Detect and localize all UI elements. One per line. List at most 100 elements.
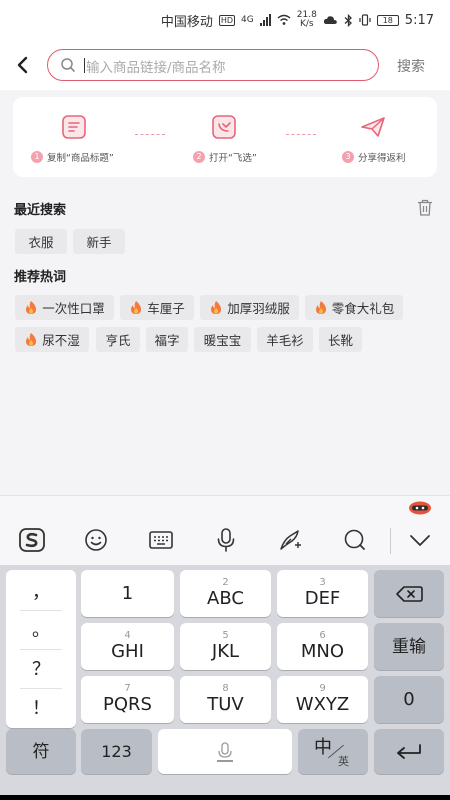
search-icon xyxy=(61,58,75,72)
search-header: 输入商品链接/商品名称 搜索 xyxy=(0,40,450,90)
punct-key-question[interactable]: ？ xyxy=(6,655,76,681)
key-label: 1 xyxy=(121,582,134,604)
hd-badge: HD xyxy=(218,14,236,26)
hot-keywords-title: 推荐热词 xyxy=(14,270,67,285)
cloud-icon xyxy=(323,16,337,24)
key-abc[interactable]: 2 ABC xyxy=(180,570,271,617)
key-def[interactable]: 3 DEF xyxy=(277,570,368,617)
enter-key[interactable] xyxy=(374,729,444,774)
recent-tag[interactable]: 新手 xyxy=(73,229,125,254)
collapse-keyboard-icon[interactable] xyxy=(407,528,433,552)
handwriting-icon[interactable] xyxy=(278,528,304,552)
key-label: 123 xyxy=(101,741,132,761)
microphone-icon[interactable] xyxy=(213,528,239,552)
keyboard-icon[interactable] xyxy=(148,528,174,552)
key-number: 4 xyxy=(124,630,131,641)
hot-tag[interactable]: 加厚羽绒服 xyxy=(200,295,299,320)
status-bar: 中国移动 HD 4G 21.8 K/s 18 5:17 xyxy=(0,0,450,40)
net-speed: 21.8 K/s xyxy=(297,11,317,29)
hot-tag[interactable]: 零食大礼包 xyxy=(305,295,403,320)
key-ghi[interactable]: 4 GHI xyxy=(81,623,174,670)
search-button[interactable]: 搜索 xyxy=(397,56,425,76)
bottom-bar xyxy=(0,795,450,800)
carrier-label: 中国移动 xyxy=(160,14,213,30)
step-2: 2 打开“飞选” xyxy=(193,150,257,164)
key-label: DEF xyxy=(304,588,341,609)
key-number: 6 xyxy=(319,630,326,641)
enter-icon xyxy=(397,743,421,759)
search-input[interactable]: 输入商品链接/商品名称 xyxy=(47,49,379,81)
punct-separator xyxy=(20,610,62,611)
key-number: 9 xyxy=(319,683,326,694)
key-number: 8 xyxy=(222,683,229,694)
open-app-icon xyxy=(212,115,236,139)
step-label: 分享得返利 xyxy=(358,153,406,164)
reenter-key[interactable]: 重输 xyxy=(374,623,444,670)
step-1: 1 复制“商品标题” xyxy=(31,150,114,164)
hot-tag-label: 一次性口罩 xyxy=(42,301,105,316)
punct-key-period[interactable]: 。 xyxy=(6,616,76,642)
key-label: TUV xyxy=(207,694,244,715)
keyboard: ， 。 ？ ！ 1 2 ABC 3 DEF 4 GHI 5 JKL 6 MNO … xyxy=(0,565,450,800)
recent-tag[interactable]: 衣服 xyxy=(15,229,67,254)
mascot-icon[interactable] xyxy=(408,499,432,515)
network-type-label: 4G xyxy=(241,14,254,25)
recent-searches-title: 最近搜索 xyxy=(14,203,67,218)
punct-separator xyxy=(20,688,62,689)
number-mode-key[interactable]: 123 xyxy=(81,729,152,774)
vibrate-icon xyxy=(359,14,371,26)
wifi-icon xyxy=(277,14,291,25)
symbol-key[interactable]: 符 xyxy=(6,729,76,774)
back-arrow-icon[interactable] xyxy=(12,52,34,78)
hot-tag[interactable]: 长靴 xyxy=(319,327,362,352)
key-number: 2 xyxy=(222,577,229,588)
step-label: 打开“飞选” xyxy=(209,153,257,164)
lang-sub-label: 英 xyxy=(338,755,349,768)
key-label: 符 xyxy=(32,741,50,762)
bluetooth-icon xyxy=(344,13,352,27)
keyboard-toolbar xyxy=(0,495,450,565)
punctuation-column[interactable]: ， 。 ？ ！ xyxy=(6,570,76,728)
backspace-key[interactable] xyxy=(374,570,444,617)
punct-separator xyxy=(20,649,62,650)
hot-tag[interactable]: 羊毛衫 xyxy=(257,327,313,352)
text-cursor xyxy=(84,58,85,73)
key-number: 3 xyxy=(319,577,326,588)
hot-tag[interactable]: 暖宝宝 xyxy=(194,327,251,352)
key-label: 0 xyxy=(403,688,415,710)
backspace-icon xyxy=(396,585,423,602)
key-label: MNO xyxy=(300,641,345,662)
hot-tag-label: 零食大礼包 xyxy=(331,301,395,316)
step-number: 3 xyxy=(342,151,354,163)
hot-tag[interactable]: 车厘子 xyxy=(120,295,194,320)
key-tuv[interactable]: 8 TUV xyxy=(180,676,271,723)
space-voice-icon xyxy=(217,741,233,762)
step-3: 3 分享得返利 xyxy=(342,150,406,164)
punct-key-exclaim[interactable]: ！ xyxy=(6,694,76,720)
emoji-icon[interactable] xyxy=(83,528,109,552)
language-toggle-key[interactable]: 中 英 xyxy=(298,729,368,774)
step-number: 1 xyxy=(31,151,43,163)
step-label: 复制“商品标题” xyxy=(47,153,114,164)
key-number: 5 xyxy=(222,630,229,641)
sogou-logo-icon[interactable] xyxy=(19,528,45,552)
hot-tag[interactable]: 一次性口罩 xyxy=(15,295,114,320)
punct-key-comma[interactable]: ， xyxy=(6,578,76,604)
hot-tag[interactable]: 福字 xyxy=(146,327,188,352)
hot-tag-label: 车厘子 xyxy=(147,301,185,316)
key-jkl[interactable]: 5 JKL xyxy=(180,623,271,670)
step-connector xyxy=(135,134,165,135)
key-mno[interactable]: 6 MNO xyxy=(277,623,368,670)
trash-icon[interactable] xyxy=(417,199,433,216)
hot-tag[interactable]: 亨氏 xyxy=(96,327,140,352)
key-wxyz[interactable]: 9 WXYZ xyxy=(277,676,368,723)
space-key[interactable] xyxy=(158,729,292,774)
hot-tag-label: 尿不湿 xyxy=(42,333,80,348)
key-label: ABC xyxy=(207,588,244,609)
key-1[interactable]: 1 xyxy=(81,570,174,617)
key-pqrs[interactable]: 7 PQRS xyxy=(81,676,174,723)
hot-tag[interactable]: 尿不湿 xyxy=(15,327,89,352)
step-number: 2 xyxy=(193,151,205,163)
search-icon[interactable] xyxy=(342,528,368,552)
key-0[interactable]: 0 xyxy=(374,676,444,723)
